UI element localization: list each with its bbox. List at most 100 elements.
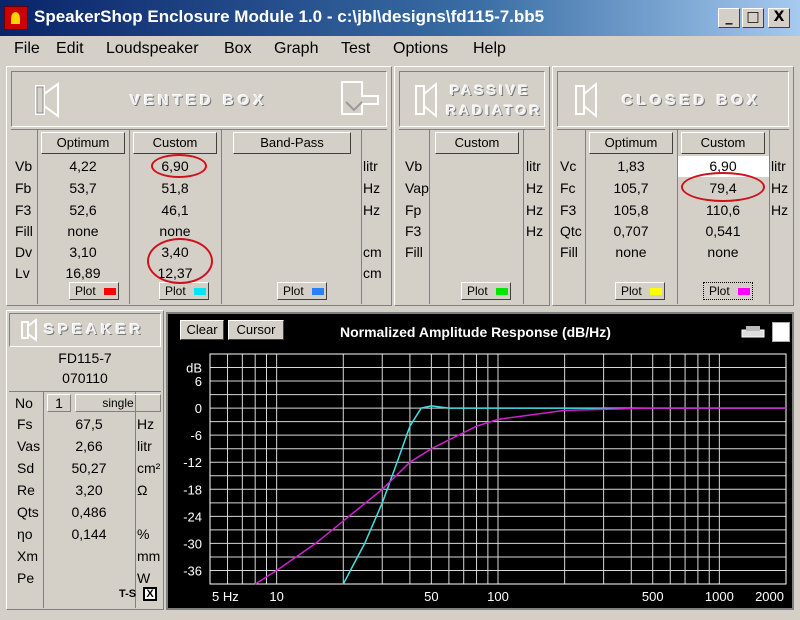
closed-vc-optimum[interactable]: 1,83: [585, 156, 677, 177]
menu-graph[interactable]: Graph: [274, 40, 318, 58]
menu-file[interactable]: File: [14, 40, 40, 58]
vented-custom-button[interactable]: Custom: [133, 132, 217, 154]
ts-checkbox[interactable]: X: [143, 587, 157, 601]
speaker-model[interactable]: FD115-7: [9, 349, 161, 367]
vented-lv-optimum[interactable]: 16,89: [37, 263, 129, 284]
passive-custom-button[interactable]: Custom: [435, 132, 519, 154]
color-swatch: [738, 288, 750, 295]
closed-fc-label: Fc: [560, 180, 576, 196]
y-tick-label: -24: [183, 509, 202, 524]
passive-fill-unit: [526, 242, 546, 263]
speaker-xo-unit: %: [137, 526, 150, 542]
plot-label: Plot: [621, 284, 642, 298]
speaker-pe-unit: W: [137, 570, 151, 586]
closed-qtc-label: Qtc: [560, 223, 582, 239]
closed-fc-optimum[interactable]: 105,7: [585, 178, 677, 199]
speaker-panel: SPEAKER FD115-7 070110 No 1 single Fs 67,…: [6, 310, 164, 610]
passive-vb-label: Vb: [405, 158, 423, 174]
closed-optimum-button[interactable]: Optimum: [589, 132, 673, 154]
speaker-qts-value[interactable]: 0,486: [43, 502, 135, 523]
closed-qtc-custom[interactable]: 0,541: [677, 221, 769, 242]
vented-fb-custom[interactable]: 51,8: [129, 178, 221, 199]
vented-f3-optimum[interactable]: 52,6: [37, 200, 129, 221]
highlight-circle: [681, 172, 765, 202]
speaker-fs-unit: Hz: [137, 416, 155, 432]
speaker-pe-value[interactable]: [43, 568, 135, 589]
speaker-sd-value[interactable]: 50,27: [43, 458, 135, 479]
plot-label: Plot: [467, 284, 488, 298]
passive-radiator-panel: PASSIVE RADIATOR Custom Vb litr Vap Hz Fp Hz F…: [394, 66, 550, 306]
vented-table: Optimum Custom Band-Pass Vb 4,22 6,90 litr F…: [11, 129, 387, 304]
vented-box-header: VENTED BOX: [11, 71, 387, 127]
color-swatch: [650, 288, 662, 295]
passive-table: Custom Vb litr Vap Hz Fp Hz F3 Hz Fill Plot: [399, 129, 546, 304]
vented-optimum-button[interactable]: Optimum: [41, 132, 125, 154]
speaker-vas-value[interactable]: 2,66: [43, 436, 135, 457]
closed-f3-unit: Hz: [771, 202, 789, 218]
window-title: SpeakerShop Enclosure Module 1.0 - c:\jb…: [34, 7, 545, 26]
closed-vc-label: Vc: [560, 158, 577, 174]
passive-plot-button[interactable]: Plot: [461, 282, 511, 300]
passive-f3-unit: Hz: [526, 223, 544, 239]
closed-f3-optimum[interactable]: 105,8: [585, 200, 677, 221]
closed-f3-custom[interactable]: 110,6: [677, 200, 769, 221]
vented-vb-optimum[interactable]: 4,22: [37, 156, 129, 177]
passive-fill-label: Fill: [405, 244, 423, 260]
app-icon[interactable]: [4, 6, 28, 30]
menu-help[interactable]: Help: [473, 40, 506, 58]
y-tick-label: -18: [183, 482, 202, 497]
closed-fill-optimum[interactable]: none: [585, 242, 677, 263]
speaker-re-value[interactable]: 3,20: [43, 480, 135, 501]
vented-custom-plot-button[interactable]: Plot: [159, 282, 209, 300]
speaker-title: SPEAKER: [44, 321, 145, 338]
speaker-sd-label: Sd: [17, 460, 35, 476]
closed-qtc-optimum[interactable]: 0,707: [585, 221, 677, 242]
vented-f3-unit: Hz: [363, 202, 381, 218]
x-tick-label: 50: [424, 589, 438, 604]
speaker-re-unit: Ω: [137, 482, 148, 498]
passive-title-2: RADIATOR: [446, 102, 543, 118]
speaker-mode-button[interactable]: single: [75, 394, 161, 412]
vented-lv-unit: cm: [363, 265, 382, 281]
y-tick-label: -12: [183, 455, 202, 470]
speaker-re-label: Re: [17, 482, 35, 498]
x-tick-label: 10: [269, 589, 283, 604]
vented-bandpass-plot-button[interactable]: Plot: [277, 282, 327, 300]
vented-dv-label: Dv: [15, 244, 33, 260]
graph-panel: Clear Cursor Normalized Amplitude Respon…: [166, 312, 794, 610]
closed-custom-button[interactable]: Custom: [681, 132, 765, 154]
vented-f3-label: F3: [15, 202, 32, 218]
vented-vb-label: Vb: [15, 158, 33, 174]
menu-box[interactable]: Box: [224, 40, 252, 58]
closed-f3-label: F3: [560, 202, 577, 218]
vented-dv-optimum[interactable]: 3,10: [37, 242, 129, 263]
menu-edit[interactable]: Edit: [56, 40, 84, 58]
vented-fill-optimum[interactable]: none: [37, 221, 129, 242]
speaker-xo-value[interactable]: 0,144: [43, 524, 135, 545]
maximize-button[interactable]: □: [742, 8, 764, 28]
plot-label: Plot: [709, 284, 730, 298]
vented-box-panel: VENTED BOX Optimum Custom Band-Pass Vb 4,…: [6, 66, 392, 306]
vented-f3-custom[interactable]: 46,1: [129, 200, 221, 221]
closed-optimum-plot-button[interactable]: Plot: [615, 282, 665, 300]
closed-fc-unit: Hz: [771, 180, 789, 196]
closed-fill-custom[interactable]: none: [677, 242, 769, 263]
ts-label: T-S: [119, 588, 137, 600]
closed-custom-plot-button[interactable]: Plot: [703, 282, 753, 300]
speaker-xm-value[interactable]: [43, 546, 135, 567]
plot-label: Plot: [283, 284, 304, 298]
vented-bandpass-button[interactable]: Band-Pass: [233, 132, 351, 154]
y-tick-label: -6: [190, 428, 202, 443]
speaker-count-box[interactable]: 1: [47, 394, 71, 412]
menu-test[interactable]: Test: [341, 40, 370, 58]
speaker-fs-value[interactable]: 67,5: [43, 414, 135, 435]
y-tick-label: -30: [183, 536, 202, 551]
vented-optimum-plot-button[interactable]: Plot: [69, 282, 119, 300]
y-tick-label: 6: [195, 374, 202, 389]
close-button[interactable]: X: [768, 8, 790, 28]
menu-loudspeaker[interactable]: Loudspeaker: [106, 40, 199, 58]
vented-fb-optimum[interactable]: 53,7: [37, 178, 129, 199]
menu-options[interactable]: Options: [393, 40, 448, 58]
speaker-no-label: No: [15, 395, 33, 411]
minimize-button[interactable]: _: [718, 8, 740, 28]
